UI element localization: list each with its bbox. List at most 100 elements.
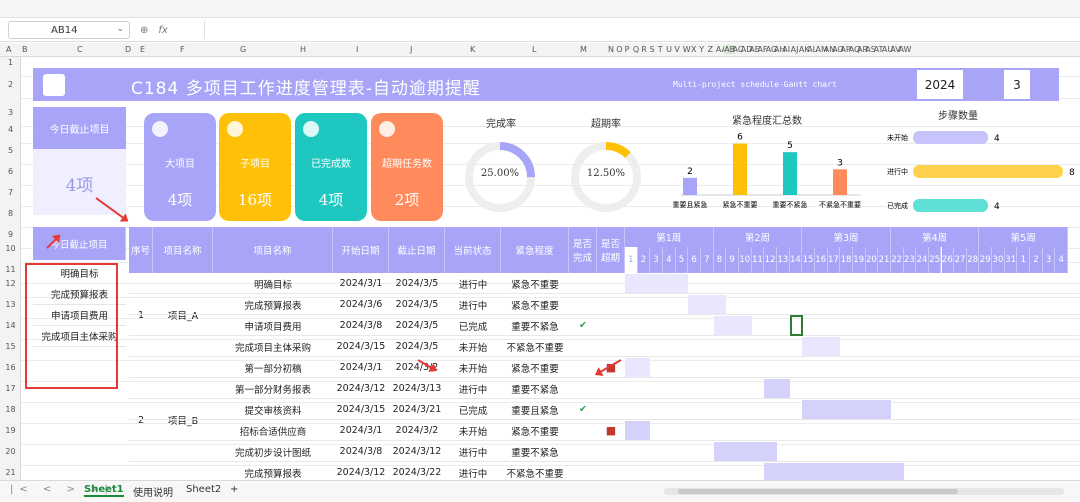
task-urgency[interactable]: 紧急不重要 [501,273,569,294]
task-urgency[interactable]: 重要且紧急 [501,399,569,420]
column-header-u[interactable]: U [666,45,672,54]
row-header-5[interactable]: 5 [0,146,21,155]
column-header-m[interactable]: M [580,45,587,54]
column-header-x[interactable]: X [691,45,696,54]
row-header-1[interactable]: 1 [0,58,21,67]
column-header-s[interactable]: S [650,45,655,54]
row-header-12[interactable]: 12 [0,279,21,288]
task-urgency[interactable]: 紧急不重要 [501,294,569,315]
task-urgency[interactable]: 不紧急不重要 [501,336,569,357]
column-header-z[interactable]: Z [708,45,713,54]
task-end[interactable]: 2024/3/5 [389,315,445,336]
column-header-j[interactable]: J [410,45,412,54]
column-header-o[interactable]: O [616,45,622,54]
row-header-18[interactable]: 18 [0,405,21,414]
row-header-9[interactable]: 9 [0,230,21,239]
row-header-17[interactable]: 17 [0,384,21,393]
row-header-8[interactable]: 8 [0,209,21,218]
task-start[interactable]: 2024/3/15 [333,399,389,420]
task-name[interactable]: 第一部分财务报表 [213,378,333,399]
column-header-w[interactable]: W [683,45,691,54]
task-status[interactable]: 已完成 [445,315,501,336]
task-name[interactable]: 第一部分初稿 [213,357,333,378]
task-status[interactable]: 进行中 [445,441,501,462]
column-header-r[interactable]: R [641,45,647,54]
task-start[interactable]: 2024/3/8 [333,315,389,336]
task-end[interactable]: 2024/3/12 [389,441,445,462]
task-status[interactable]: 已完成 [445,399,501,420]
column-header-f[interactable]: F [180,45,185,54]
column-header-l[interactable]: L [532,45,536,54]
task-end[interactable]: 2024/3/22 [389,462,445,480]
task-name[interactable]: 申请项目费用 [213,315,333,336]
row-header-13[interactable]: 13 [0,300,21,309]
column-header-a[interactable]: A [6,45,11,54]
task-status[interactable]: 未开始 [445,420,501,441]
task-end[interactable]: 2024/3/2 [389,420,445,441]
column-header-aj[interactable]: AJ [791,45,799,54]
task-status[interactable]: 未开始 [445,336,501,357]
task-name[interactable]: 完成预算报表 [213,462,333,480]
task-name[interactable]: 招标合适供应商 [213,420,333,441]
task-start[interactable]: 2024/3/12 [333,378,389,399]
row-header-6[interactable]: 6 [0,167,21,176]
column-header-k[interactable]: K [470,45,475,54]
kpi-card-1[interactable]: 大项目 4项 [144,113,216,221]
row-header-7[interactable]: 7 [0,188,21,197]
row-header-3[interactable]: 3 [0,108,21,117]
task-start[interactable]: 2024/3/1 [333,357,389,378]
task-status[interactable]: 进行中 [445,273,501,294]
row-header-21[interactable]: 21 [0,468,21,477]
task-start[interactable]: 2024/3/12 [333,462,389,480]
task-urgency[interactable]: 紧急不重要 [501,357,569,378]
formula-input[interactable] [204,21,1074,39]
column-header-ai[interactable]: AI [782,45,790,54]
task-start[interactable]: 2024/3/1 [333,273,389,294]
task-name[interactable]: 明确目标 [213,273,333,294]
row-header-2[interactable]: 2 [0,80,21,89]
column-header-y[interactable]: Y [699,45,704,54]
task-urgency[interactable]: 重要不紧急 [501,315,569,336]
fx-icon[interactable]: fx [158,25,167,36]
column-header-q[interactable]: Q [633,45,639,54]
scrollbar-thumb[interactable] [678,489,958,494]
row-header-11[interactable]: 11 [0,265,21,274]
row-header-16[interactable]: 16 [0,363,21,372]
selected-cell[interactable] [790,315,803,336]
zoom-icon[interactable]: ⊕ [140,25,148,36]
month-cell[interactable]: 3 [1004,70,1030,99]
column-header-b[interactable]: B [22,45,28,54]
task-status[interactable]: 进行中 [445,462,501,480]
task-name[interactable]: 完成预算报表 [213,294,333,315]
sheet-tab[interactable]: Sheet2 [186,484,221,495]
name-box[interactable]: AB14 ⌄ [8,21,130,39]
column-header-aw[interactable]: AW [899,45,912,54]
column-header-n[interactable]: N [608,45,614,54]
row-header-14[interactable]: 14 [0,321,21,330]
horizontal-scrollbar[interactable] [664,488,1064,495]
column-header-v[interactable]: V [674,45,679,54]
task-end[interactable]: 2024/3/5 [389,273,445,294]
task-start[interactable]: 2024/3/15 [333,336,389,357]
task-name[interactable]: 完成初步设计图纸 [213,441,333,462]
task-start[interactable]: 2024/3/1 [333,420,389,441]
task-end[interactable]: 2024/3/21 [389,399,445,420]
sheet-tab[interactable]: Sheet1 [84,484,124,497]
row-header-10[interactable]: 10 [0,244,21,253]
column-header-e[interactable]: E [140,45,145,54]
task-name[interactable]: 完成项目主体采购 [213,336,333,357]
task-urgency[interactable]: 重要不紧急 [501,378,569,399]
task-status[interactable]: 进行中 [445,378,501,399]
add-sheet-button[interactable]: + [230,484,238,495]
task-urgency[interactable]: 重要不紧急 [501,441,569,462]
column-header-g[interactable]: G [240,45,246,54]
task-name[interactable]: 提交审核资料 [213,399,333,420]
kpi-card-2[interactable]: 子项目 16项 [219,113,291,221]
task-start[interactable]: 2024/3/6 [333,294,389,315]
chevron-down-icon[interactable]: ⌄ [116,24,124,34]
column-header-t[interactable]: T [658,45,663,54]
kpi-card-4[interactable]: 超期任务数 2项 [371,113,443,221]
task-status[interactable]: 进行中 [445,294,501,315]
column-header-p[interactable]: P [625,45,630,54]
task-status[interactable]: 未开始 [445,357,501,378]
